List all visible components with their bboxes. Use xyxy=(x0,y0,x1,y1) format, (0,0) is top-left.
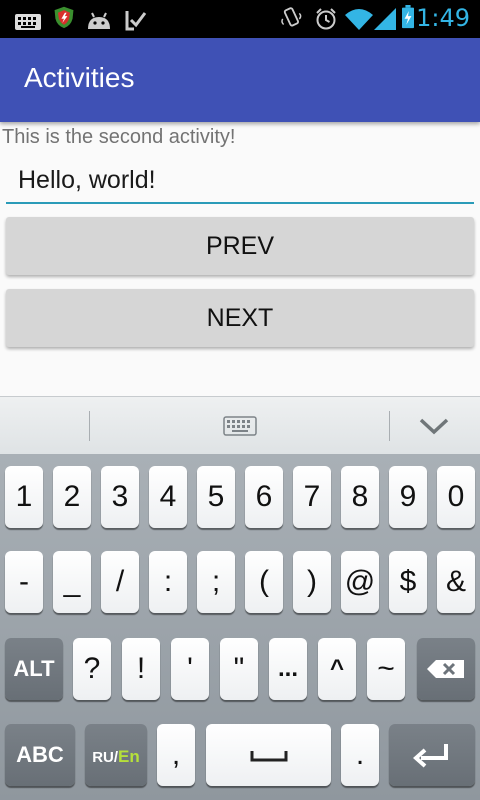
enter-icon xyxy=(413,744,448,768)
space-key[interactable] xyxy=(206,724,331,786)
key-open-paren[interactable]: ( xyxy=(245,551,283,613)
app-bar: Activities xyxy=(0,38,480,122)
app-title: Activities xyxy=(24,62,135,93)
backspace-key[interactable] xyxy=(417,638,475,700)
key-0[interactable]: 0 xyxy=(437,466,475,528)
wifi-icon xyxy=(345,9,373,30)
key-underscore[interactable]: _ xyxy=(53,551,91,613)
key-4[interactable]: 4 xyxy=(149,466,187,528)
key-apostrophe[interactable]: ' xyxy=(171,638,209,700)
keyboard-icon xyxy=(15,14,41,30)
status-time: 1:49 xyxy=(416,4,470,32)
alt-key[interactable]: ALT xyxy=(5,638,63,700)
key-7[interactable]: 7 xyxy=(293,466,331,528)
key-ampersand[interactable]: & xyxy=(437,551,475,613)
key-dash[interactable]: - xyxy=(5,551,43,613)
key-2[interactable]: 2 xyxy=(53,466,91,528)
enter-key[interactable] xyxy=(389,724,475,786)
key-slash[interactable]: / xyxy=(101,551,139,613)
prev-button[interactable]: PREV xyxy=(6,217,474,275)
key-period[interactable]: . xyxy=(341,724,379,786)
key-colon[interactable]: : xyxy=(149,551,187,613)
text-input[interactable] xyxy=(6,160,474,200)
hide-keyboard-button[interactable] xyxy=(392,401,476,451)
keyboard-icon xyxy=(223,416,257,436)
activity-content: This is the second activity! PREV NEXT xyxy=(0,122,480,396)
chevron-down-icon xyxy=(419,418,449,435)
backspace-icon xyxy=(427,660,464,678)
key-exclamation[interactable]: ! xyxy=(122,638,160,700)
text-field[interactable] xyxy=(6,160,474,204)
key-tilde[interactable]: ~ xyxy=(367,638,405,700)
key-ellipsis[interactable]: ... xyxy=(269,638,307,700)
keyboard-toolbar xyxy=(0,396,480,454)
key-comma[interactable]: , xyxy=(157,724,195,786)
key-semicolon[interactable]: ; xyxy=(197,551,235,613)
lang-ru-label: RU/ xyxy=(92,749,119,766)
key-quote[interactable]: " xyxy=(220,638,258,700)
key-1[interactable]: 1 xyxy=(5,466,43,528)
vibrate-icon xyxy=(281,7,302,27)
signal-icon xyxy=(374,8,396,30)
key-dollar[interactable]: $ xyxy=(389,551,427,613)
intro-text: This is the second activity! xyxy=(2,126,236,148)
key-6[interactable]: 6 xyxy=(245,466,283,528)
battery-charging-icon xyxy=(402,5,414,29)
space-icon xyxy=(250,751,288,762)
checkmark-icon xyxy=(125,11,147,31)
language-switch-key[interactable]: RU/En xyxy=(85,724,147,786)
toolbar-divider xyxy=(389,411,390,441)
android-icon xyxy=(88,12,110,29)
shield-app-icon xyxy=(54,6,74,29)
key-3[interactable]: 3 xyxy=(101,466,139,528)
key-at[interactable]: @ xyxy=(341,551,379,613)
key-5[interactable]: 5 xyxy=(197,466,235,528)
soft-keyboard: 1 2 3 4 5 6 7 8 9 0 - _ / : ; ( ) @ $ & … xyxy=(0,454,480,800)
abc-key[interactable]: ABC xyxy=(5,724,75,786)
next-button[interactable]: NEXT xyxy=(6,289,474,347)
key-close-paren[interactable]: ) xyxy=(293,551,331,613)
key-question[interactable]: ? xyxy=(73,638,111,700)
status-bar: 1:49 xyxy=(0,0,480,38)
key-8[interactable]: 8 xyxy=(341,466,379,528)
key-caret[interactable]: ^ xyxy=(318,638,356,700)
alarm-icon xyxy=(316,8,336,30)
keyboard-switch-button[interactable] xyxy=(90,405,388,447)
lang-en-label: En xyxy=(118,747,140,766)
key-9[interactable]: 9 xyxy=(389,466,427,528)
